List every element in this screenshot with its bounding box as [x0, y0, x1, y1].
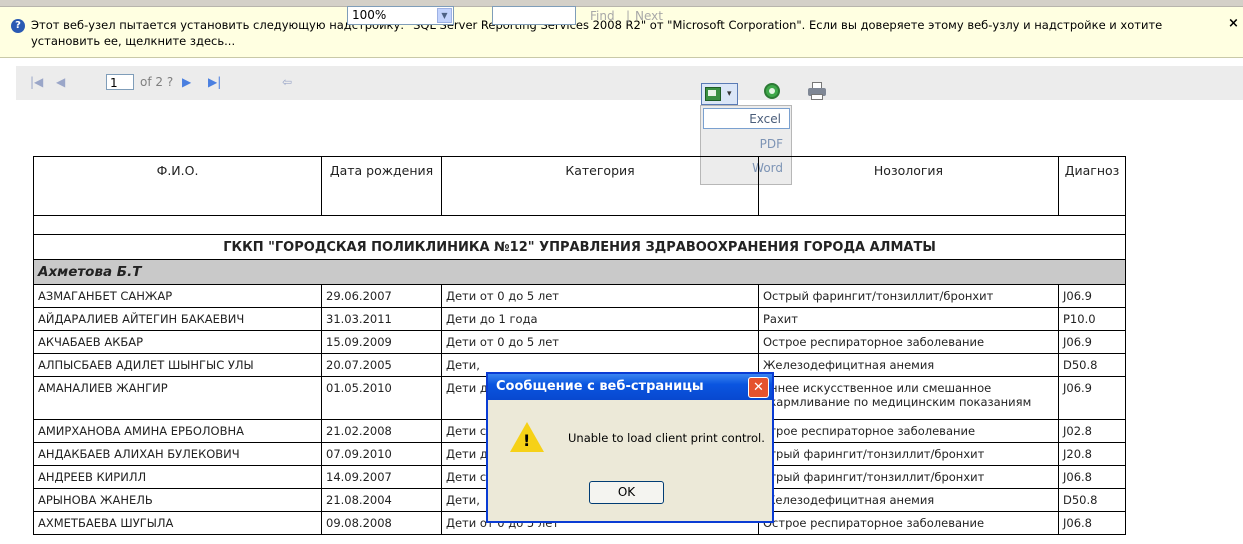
- table-row: АЙДАРАЛИЕВ АЙТЕГИН БАКАЕВИЧ 31.03.2011 Д…: [33, 307, 1126, 331]
- cell-dob: 20.07.2005: [321, 353, 442, 377]
- zoom-select[interactable]: 100% ▼: [347, 6, 454, 25]
- cell-name: АНДРЕЕВ КИРИЛЛ: [33, 465, 322, 489]
- cell-nosology: строе респираторное заболевание: [758, 419, 1059, 443]
- cell-name: АХМЕТБАЕВА ШУГЫЛА: [33, 511, 322, 535]
- column-header-diagnosis: Диагноз: [1058, 156, 1126, 216]
- table-header-row: Ф.И.О. Дата рождения Категория Нозология…: [33, 156, 1126, 216]
- column-header-nosology: Нозология: [758, 156, 1059, 216]
- cell-diagnosis: D50.8: [1058, 353, 1126, 377]
- cell-diagnosis: J06.9: [1058, 284, 1126, 308]
- warning-icon-mark: !: [523, 431, 531, 450]
- cell-nosology: Острый фарингит/тонзиллит/бронхит: [758, 284, 1059, 308]
- report-toolbar: |◀ ◀ 1 of 2 ? ▶ ▶| ⇦: [16, 66, 1243, 100]
- spacer-row: [33, 215, 1126, 235]
- column-header-dob: Дата рождения: [321, 156, 442, 216]
- export-menu-item-pdf[interactable]: PDF: [701, 134, 791, 155]
- group-row: Ахметова Б.Т: [33, 259, 1126, 285]
- cell-dob: 07.09.2010: [321, 442, 442, 466]
- cell-dob: 21.08.2004: [321, 488, 442, 512]
- cell-nosology: Рахит: [758, 307, 1059, 331]
- cell-diagnosis: D50.8: [1058, 488, 1126, 512]
- cell-diagnosis: J20.8: [1058, 442, 1126, 466]
- export-icon: [705, 87, 721, 101]
- cell-diagnosis: J06.8: [1058, 465, 1126, 489]
- cell-dob: 01.05.2010: [321, 376, 442, 420]
- cell-diagnosis: J06.9: [1058, 376, 1126, 420]
- next-page-icon[interactable]: ▶: [182, 75, 191, 89]
- page-number-input[interactable]: 1: [106, 74, 134, 90]
- table-row: АЗМАГАНБЕТ САНЖАР 29.06.2007 Дети от 0 д…: [33, 284, 1126, 308]
- chevron-down-icon: ▾: [727, 89, 732, 99]
- cell-dob: 31.03.2011: [321, 307, 442, 331]
- last-page-icon[interactable]: ▶|: [208, 75, 221, 89]
- table-row: АКЧАБАЕВ АКБАР 15.09.2009 Дети от 0 до 5…: [33, 330, 1126, 354]
- column-header-category: Категория: [441, 156, 759, 216]
- column-header-name: Ф.И.О.: [33, 156, 322, 216]
- find-link[interactable]: Find: [590, 9, 615, 23]
- cell-name: АЙДАРАЛИЕВ АЙТЕГИН БАКАЕВИЧ: [33, 307, 322, 331]
- cell-dob: 14.09.2007: [321, 465, 442, 489]
- message-dialog: Сообщение с веб-страницы ✕ ! Unable to l…: [486, 372, 774, 523]
- information-bar[interactable]: ? Этот веб-узел пытается установить след…: [0, 0, 1243, 58]
- dialog-title: Сообщение с веб-страницы: [496, 379, 704, 394]
- cell-category: Дети от 0 до 5 лет: [441, 330, 759, 354]
- ok-button[interactable]: OK: [589, 481, 664, 504]
- cell-name: АЗМАГАНБЕТ САНЖАР: [33, 284, 322, 308]
- cell-category: Дети от 0 до 5 лет: [441, 284, 759, 308]
- export-menu-item-excel[interactable]: Excel: [703, 108, 790, 129]
- cell-name: АРЫНОВА ЖАНЕЛЬ: [33, 488, 322, 512]
- dialog-message: Unable to load client print control.: [568, 431, 765, 445]
- cell-name: АМАНАЛИЕВ ЖАНГИР: [33, 376, 322, 420]
- zoom-value: 100%: [352, 8, 387, 22]
- find-separator: |: [626, 9, 631, 23]
- print-icon-tray: [811, 94, 823, 100]
- chevron-down-icon[interactable]: ▼: [437, 8, 452, 23]
- first-page-icon[interactable]: |◀: [30, 75, 43, 89]
- browser-edge: [0, 0, 1243, 7]
- information-bar-text[interactable]: Этот веб-узел пытается установить следую…: [31, 17, 1201, 49]
- cell-nosology: Железодефицитная анемия: [758, 353, 1059, 377]
- cell-dob: 29.06.2007: [321, 284, 442, 308]
- cell-dob: 21.02.2008: [321, 419, 442, 443]
- cell-dob: 09.08.2008: [321, 511, 442, 535]
- organization-name: ГККП "ГОРОДСКАЯ ПОЛИКЛИНИКА №12" УПРАВЛЕ…: [33, 234, 1126, 260]
- cell-name: АЛПЫСБАЕВ АДИЛЕТ ШЫНГЫС УЛЫ: [33, 353, 322, 377]
- previous-page-icon[interactable]: ◀: [56, 75, 65, 89]
- print-icon[interactable]: [808, 82, 826, 100]
- cell-nosology: стрый фарингит/тонзиллит/бронхит: [758, 442, 1059, 466]
- cell-name: АКЧАБАЕВ АКБАР: [33, 330, 322, 354]
- spacer-cell: [33, 215, 1126, 235]
- refresh-icon[interactable]: [764, 83, 780, 99]
- cell-nosology: Острое респираторное заболевание: [758, 330, 1059, 354]
- back-to-parent-icon[interactable]: ⇦: [282, 75, 292, 89]
- cell-category: Дети до 1 года: [441, 307, 759, 331]
- cell-diagnosis: J06.8: [1058, 511, 1126, 535]
- find-input[interactable]: [492, 6, 576, 25]
- cell-diagnosis: P10.0: [1058, 307, 1126, 331]
- cell-name: АМИРХАНОВА АМИНА ЕРБОЛОВНА: [33, 419, 322, 443]
- export-button[interactable]: ▾: [701, 83, 738, 105]
- close-icon[interactable]: ✕: [748, 377, 769, 398]
- cell-diagnosis: J06.9: [1058, 330, 1126, 354]
- organization-row: ГККП "ГОРОДСКАЯ ПОЛИКЛИНИКА №12" УПРАВЛЕ…: [33, 234, 1126, 260]
- find-next-link[interactable]: Next: [635, 9, 663, 23]
- cell-diagnosis: J02.8: [1058, 419, 1126, 443]
- page-count-label: of 2 ?: [140, 75, 174, 89]
- group-name: Ахметова Б.Т: [33, 259, 1126, 285]
- cell-nosology: аннее искусственное или смешанное скармл…: [758, 376, 1059, 420]
- dialog-title-bar[interactable]: Сообщение с веб-страницы ✕: [488, 374, 772, 400]
- cell-dob: 15.09.2009: [321, 330, 442, 354]
- cell-nosology: Острое респираторное заболевание: [758, 511, 1059, 535]
- cell-name: АНДАКБАЕВ АЛИХАН БУЛЕКОВИЧ: [33, 442, 322, 466]
- cell-nosology: стрый фарингит/тонзиллит/бронхит: [758, 465, 1059, 489]
- cell-nosology: Железодефицитная анемия: [758, 488, 1059, 512]
- close-icon[interactable]: ×: [1228, 16, 1239, 31]
- info-icon: ?: [11, 19, 25, 33]
